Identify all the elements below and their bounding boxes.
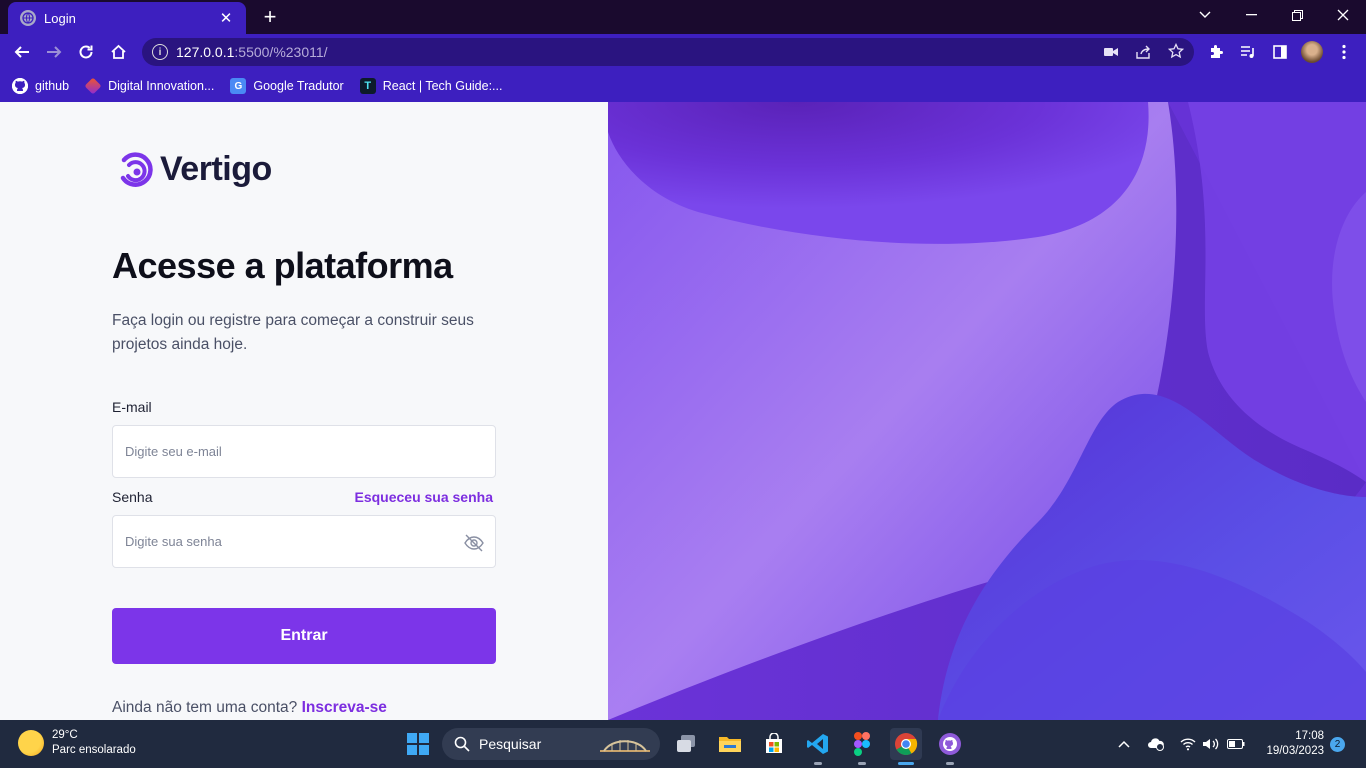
microsoft-store-icon[interactable] <box>758 728 790 760</box>
hero-gradient-art <box>608 102 1366 720</box>
side-panel-icon[interactable] <box>1269 42 1291 62</box>
figma-running-indicator <box>858 762 866 765</box>
home-icon[interactable] <box>106 40 130 64</box>
forgot-password-link[interactable]: Esqueceu sua senha <box>354 489 493 505</box>
clock-time: 17:08 <box>1295 730 1324 742</box>
bookmark-label: github <box>35 79 70 93</box>
weather-temp: 29°C <box>52 729 78 741</box>
url-text: 127.0.0.1:5500/%23011/ <box>176 44 328 60</box>
media-playlist-icon[interactable] <box>1237 42 1259 62</box>
camera-icon[interactable] <box>1102 43 1120 61</box>
search-label: Pesquisar <box>479 736 542 752</box>
abstract-waves-illustration <box>608 102 1366 720</box>
vertigo-logo-icon <box>120 152 153 187</box>
search-highlight-bridge-icon <box>600 740 650 752</box>
reload-icon[interactable] <box>74 40 98 64</box>
vscode-running-indicator <box>814 762 822 765</box>
page-content: Vertigo Acesse a plataforma Faça login o… <box>0 102 1366 720</box>
browser-tab-bar: Login ✕ + <box>0 0 1366 34</box>
weather-sun-icon <box>18 730 44 756</box>
bookmark-github[interactable]: github <box>12 78 69 94</box>
techguide-icon: T <box>359 78 376 94</box>
forward-arrow-icon[interactable] <box>42 40 66 64</box>
restore-button[interactable] <box>1274 0 1320 30</box>
page-title: Acesse a plataforma <box>112 245 453 286</box>
signup-prompt-text: Ainda não tem uma conta? <box>112 699 298 716</box>
url-path: :5500/%23011/ <box>234 44 328 60</box>
figma-icon[interactable] <box>846 728 878 760</box>
start-windows-icon[interactable] <box>402 728 434 760</box>
bookmark-react-tech-guide[interactable]: T React | Tech Guide:... <box>359 78 503 94</box>
tray-chevron-up-icon[interactable] <box>1114 734 1134 754</box>
tab-search-chevron-icon[interactable] <box>1182 0 1228 30</box>
bookmark-label: Google Tradutor <box>253 79 344 93</box>
signup-prompt: Ainda não tem uma conta? Inscreva-se <box>112 699 387 717</box>
github-desktop-icon[interactable] <box>934 728 966 760</box>
dio-icon <box>84 77 102 95</box>
notification-badge[interactable]: 2 <box>1330 737 1345 752</box>
share-icon[interactable] <box>1135 43 1153 61</box>
close-window-button[interactable] <box>1320 0 1366 30</box>
password-label: Senha <box>112 489 153 505</box>
login-submit-button[interactable]: Entrar <box>112 608 496 664</box>
minimize-button[interactable] <box>1228 0 1274 30</box>
task-view-icon[interactable] <box>670 728 702 760</box>
chrome-active-indicator <box>898 762 914 765</box>
vscode-icon[interactable] <box>802 728 834 760</box>
bookmark-google-tradutor[interactable]: G Google Tradutor <box>230 78 344 94</box>
new-tab-button[interactable]: + <box>258 4 282 30</box>
clock-date: 19/03/2023 <box>1266 745 1324 757</box>
weather-text: 29°C Parc ensolarado <box>52 728 136 758</box>
bookmark-star-icon[interactable] <box>1167 42 1185 60</box>
bookmark-label: React | Tech Guide:... <box>382 79 503 93</box>
more-menu-icon[interactable] <box>1333 42 1355 62</box>
globe-icon <box>20 10 36 26</box>
bookmark-label: Digital Innovation... <box>108 79 215 93</box>
github-running-indicator <box>946 762 954 765</box>
tab-login[interactable]: Login ✕ <box>8 2 246 34</box>
onedrive-sync-icon[interactable] <box>1146 734 1166 754</box>
page-subtitle: Faça login ou registre para começar a co… <box>112 312 474 353</box>
signup-link[interactable]: Inscreva-se <box>302 699 387 716</box>
site-info-icon[interactable]: i <box>152 44 168 60</box>
system-clock[interactable]: 17:08 19/03/2023 <box>1258 729 1324 759</box>
wifi-icon[interactable] <box>1178 734 1198 754</box>
address-bar[interactable]: i 127.0.0.1:5500/%23011/ <box>142 38 1194 66</box>
volume-icon[interactable] <box>1201 734 1221 754</box>
eye-slash-icon[interactable] <box>463 532 485 554</box>
translate-icon: G <box>230 78 247 94</box>
profile-avatar[interactable] <box>1301 41 1323 63</box>
tab-title: Login <box>44 10 76 26</box>
email-field[interactable] <box>112 425 496 478</box>
chrome-icon[interactable] <box>890 728 922 760</box>
weather-desc: Parc ensolarado <box>52 744 136 756</box>
brand-name: Vertigo <box>160 149 272 188</box>
close-tab-icon[interactable]: ✕ <box>216 9 236 27</box>
github-icon <box>12 78 28 94</box>
url-host: 127.0.0.1 <box>176 44 235 60</box>
taskbar-search[interactable]: Pesquisar <box>442 728 660 760</box>
search-icon <box>454 736 470 752</box>
windows-taskbar: 29°C Parc ensolarado Pesquisar 17:08 19/… <box>0 720 1366 768</box>
bookmarks-bar: github Digital Innovation... G Google Tr… <box>0 70 1366 102</box>
file-explorer-icon[interactable] <box>714 728 746 760</box>
weather-widget[interactable]: 29°C Parc ensolarado <box>18 728 136 758</box>
browser-toolbar: i 127.0.0.1:5500/%23011/ <box>0 34 1366 70</box>
extensions-puzzle-icon[interactable] <box>1205 42 1227 62</box>
brand-logo: Vertigo <box>118 148 272 190</box>
login-panel: Vertigo Acesse a plataforma Faça login o… <box>0 102 608 720</box>
email-label: E-mail <box>112 399 152 415</box>
back-arrow-icon[interactable] <box>10 40 34 64</box>
battery-icon[interactable] <box>1226 734 1246 754</box>
password-field[interactable] <box>112 515 496 568</box>
bookmark-digital-innovation[interactable]: Digital Innovation... <box>84 77 215 95</box>
